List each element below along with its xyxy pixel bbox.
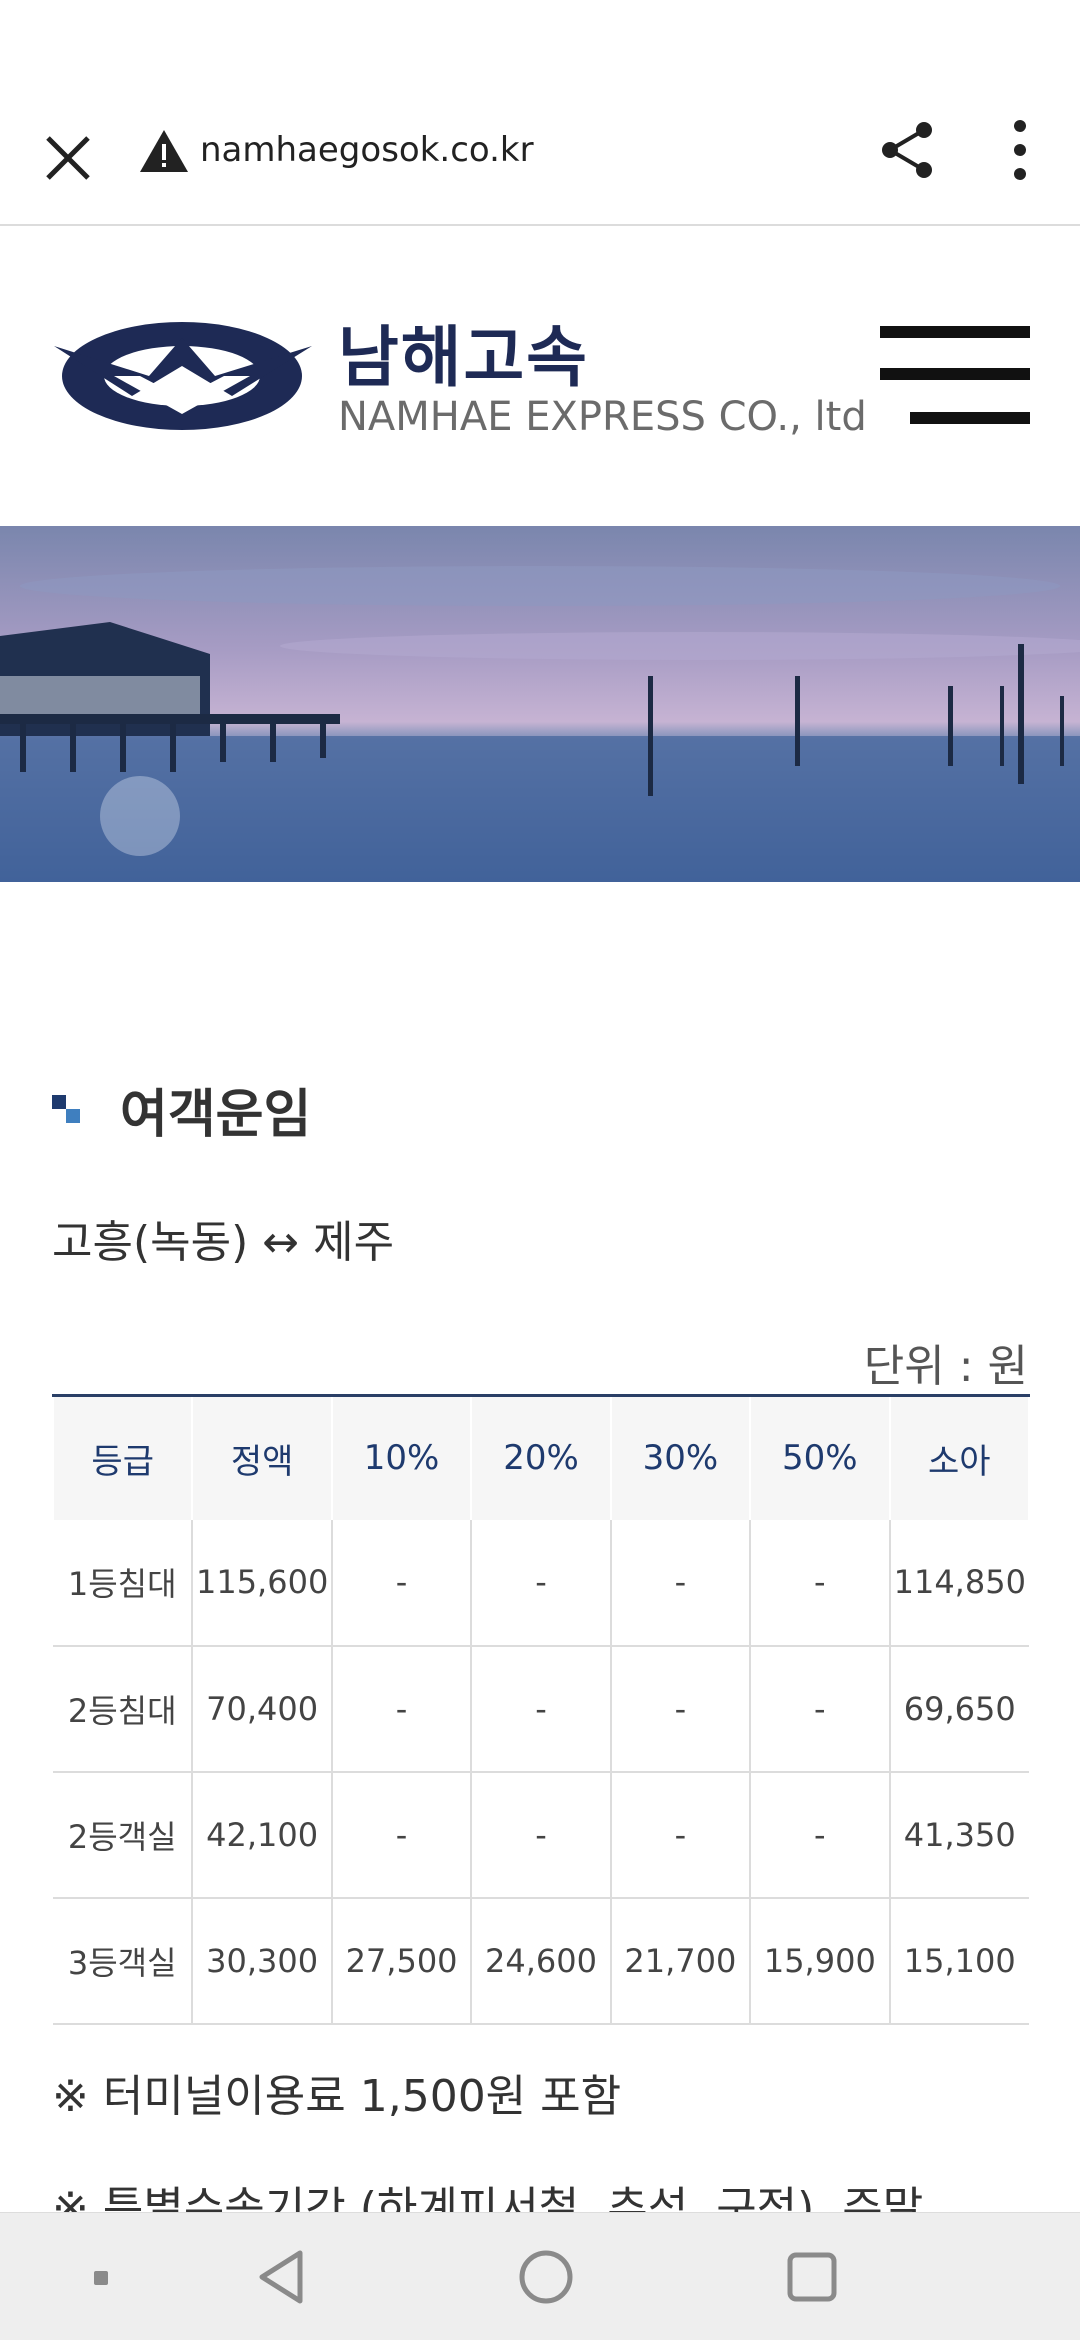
logo-korean-text[interactable]: 남해고속 — [338, 304, 589, 400]
column-header: 등급 — [51, 1394, 194, 1520]
warning-triangle-icon[interactable] — [138, 126, 190, 178]
table-cell: - — [610, 1771, 752, 1899]
table-cell: 114,850 — [889, 1519, 1029, 1647]
column-header: 20% — [470, 1394, 612, 1520]
hamburger-menu-icon[interactable] — [880, 326, 1030, 426]
home-circle-icon[interactable] — [516, 2247, 576, 2307]
nav-dot-icon[interactable] — [90, 2247, 114, 2307]
fee-note: ※ 터미널이용료 1,500원 포함 — [52, 2071, 622, 2122]
back-triangle-icon[interactable] — [252, 2247, 312, 2307]
table-cell: 115,600 — [192, 1519, 333, 1647]
table-header-row: 등급 정액 10% 20% 30% 50% 소아 — [51, 1394, 1031, 1520]
share-icon[interactable] — [876, 118, 940, 182]
table-cell: 27,500 — [331, 1897, 473, 2025]
table-row: 2등침대 70,400 - - - - 69,650 — [53, 1645, 1029, 1773]
recents-square-icon[interactable] — [782, 2247, 842, 2307]
column-header: 30% — [609, 1394, 752, 1520]
table-row: 3등객실 30,300 27,500 24,600 21,700 15,900 … — [53, 1897, 1029, 2025]
column-header: 소아 — [888, 1394, 1031, 1520]
table-row: 2등객실 42,100 - - - - 41,350 — [53, 1771, 1029, 1899]
table-cell: 3등객실 — [53, 1897, 194, 2025]
table-cell: - — [750, 1645, 891, 1773]
table-cell: 41,350 — [889, 1771, 1029, 1899]
column-header: 10% — [330, 1394, 473, 1520]
table-cell: 1등침대 — [53, 1519, 194, 1647]
more-vertical-icon[interactable] — [1000, 116, 1040, 184]
table-cell: - — [750, 1771, 891, 1899]
company-logo-icon[interactable] — [54, 318, 312, 436]
table-row: 1등침대 115,600 - - - - 114,850 — [53, 1519, 1029, 1647]
heading-bullet-icon — [52, 1094, 82, 1125]
table-cell: - — [331, 1645, 473, 1773]
table-cell: 21,700 — [610, 1897, 752, 2025]
column-header: 정액 — [191, 1394, 333, 1520]
table-cell: 69,650 — [889, 1645, 1029, 1773]
site-header: 남해고속 NAMHAE EXPRESS CO., ltd — [0, 226, 1080, 526]
table-cell: 2등침대 — [53, 1645, 194, 1773]
table-cell: 24,600 — [471, 1897, 612, 2025]
table-cell: - — [471, 1771, 612, 1899]
table-cell: 30,300 — [192, 1897, 333, 2025]
table-cell: 2등객실 — [53, 1771, 194, 1899]
url-domain[interactable]: namhaegosok.co.kr — [200, 130, 534, 170]
fare-table: 등급 정액 10% 20% 30% 50% 소아 1등침대 115,600 - … — [51, 1394, 1031, 2025]
table-cell: - — [331, 1519, 473, 1647]
special-period-note: ※ 특별수송기간 (하계피서철, 추석, 구정), 주말 — [52, 2183, 924, 2212]
browser-url-bar: namhaegosok.co.kr — [0, 90, 1080, 226]
main-content: 여객운임 고흥(녹동) ↔ 제주 단위 : 원 등급 정액 10% 20% 30… — [0, 882, 1080, 2212]
table-cell: - — [750, 1519, 891, 1647]
page-title: 여객운임 — [120, 1085, 312, 1145]
table-cell: 15,900 — [750, 1897, 891, 2025]
status-bar — [0, 0, 1080, 90]
table-cell: - — [610, 1645, 752, 1773]
route-label: 고흥(녹동) ↔ 제주 — [52, 1217, 395, 1268]
table-cell: 15,100 — [889, 1897, 1029, 2025]
logo-english-text[interactable]: NAMHAE EXPRESS CO., ltd — [338, 394, 867, 440]
table-cell: 70,400 — [192, 1645, 333, 1773]
table-cell: - — [471, 1645, 612, 1773]
table-cell: - — [610, 1519, 752, 1647]
unit-label: 단위 : 원 — [863, 1341, 1028, 1392]
section-heading: 여객운임 — [52, 1072, 311, 1147]
table-cell: - — [471, 1519, 612, 1647]
column-header: 50% — [749, 1394, 891, 1520]
banner-image — [0, 526, 1080, 882]
system-navigation-bar — [0, 2212, 1080, 2340]
close-icon[interactable] — [40, 130, 96, 186]
table-cell: - — [331, 1771, 473, 1899]
table-cell: 42,100 — [192, 1771, 333, 1899]
